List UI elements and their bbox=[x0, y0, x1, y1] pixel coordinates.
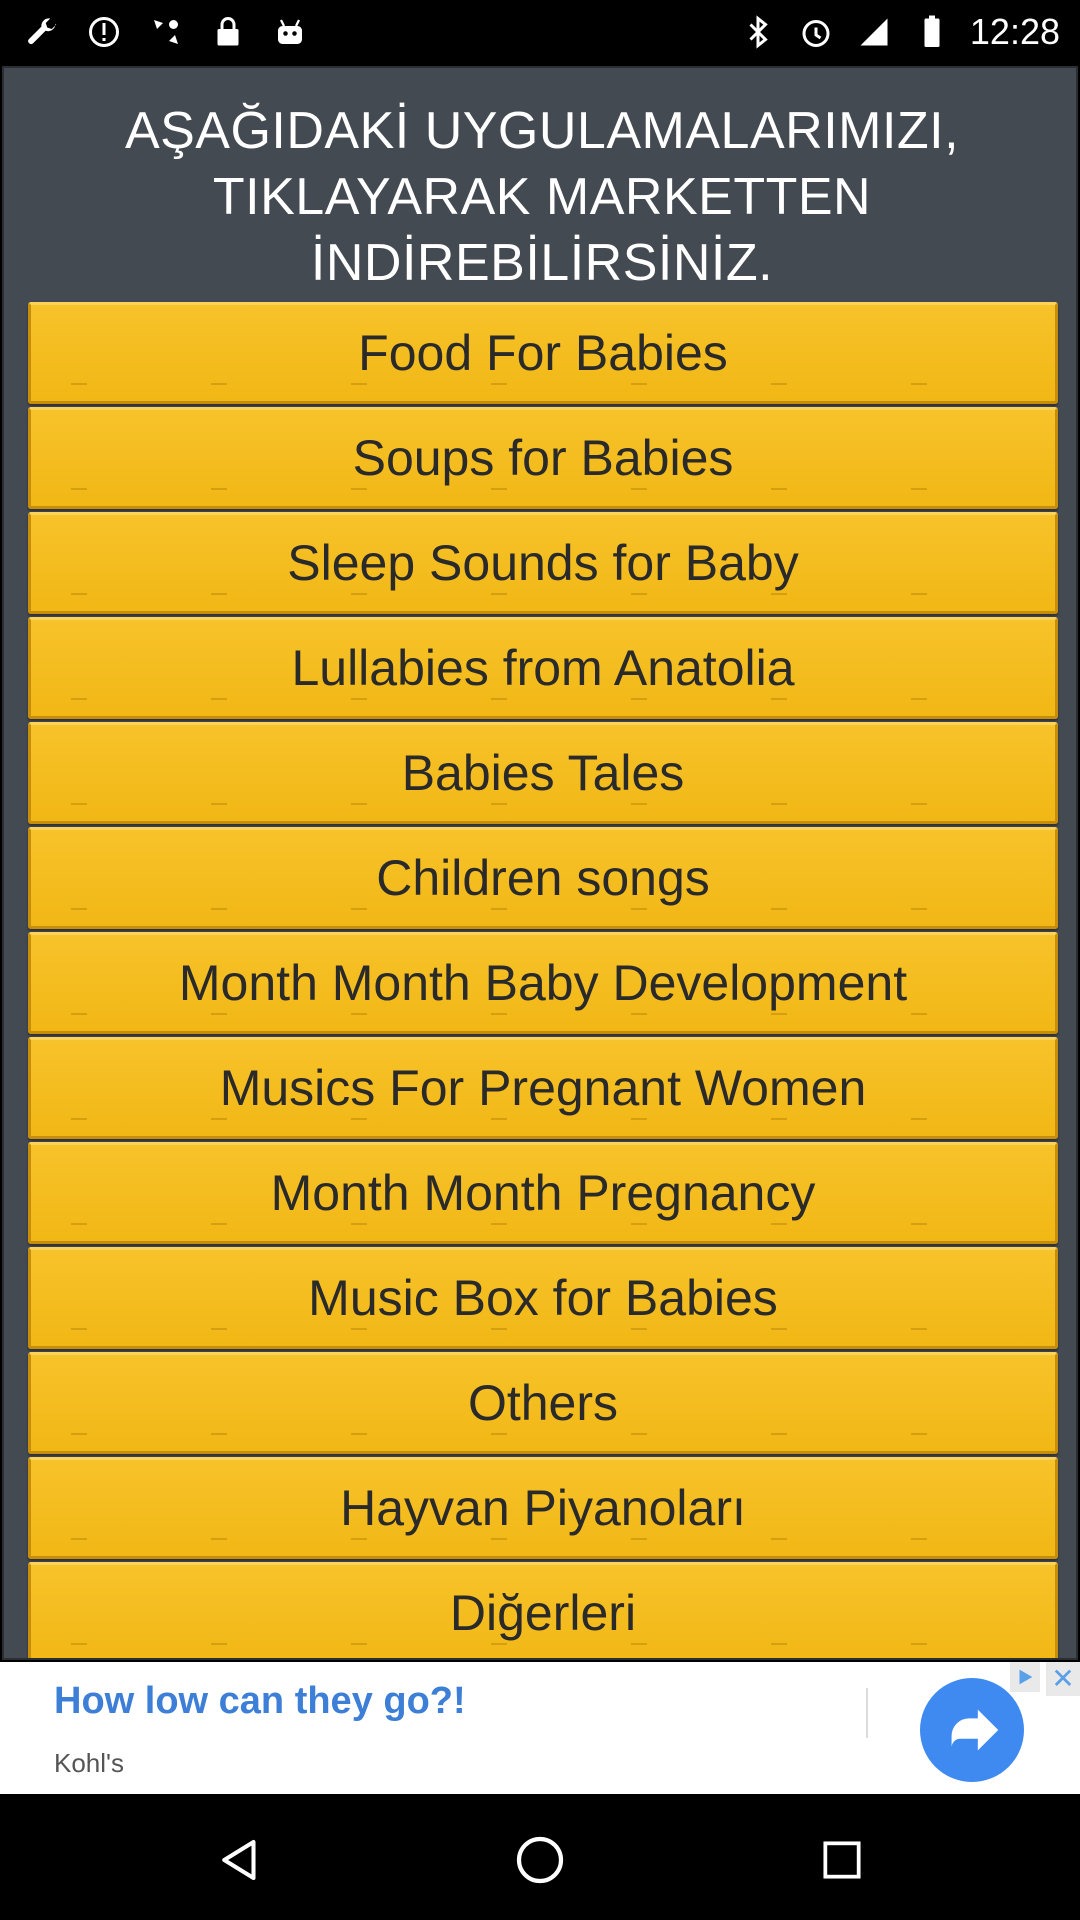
home-icon[interactable] bbox=[500, 1820, 580, 1900]
app-button-sleep-sounds[interactable]: Sleep Sounds for Baby bbox=[28, 512, 1058, 614]
app-button-soups-for-babies[interactable]: Soups for Babies bbox=[28, 407, 1058, 509]
app-button-food-for-babies[interactable]: Food For Babies bbox=[28, 302, 1058, 404]
navigation-bar bbox=[0, 1794, 1080, 1920]
fake-gps-icon bbox=[146, 12, 186, 52]
title-line: AŞAĞIDAKİ UYGULAMALARIMIZI, bbox=[124, 102, 960, 160]
battery-icon bbox=[912, 12, 952, 52]
page-title: AŞAĞIDAKİ UYGULAMALARIMIZI, TIKLAYARAK M… bbox=[4, 98, 1076, 296]
app-button-lullabies[interactable]: Lullabies from Anatolia bbox=[28, 617, 1058, 719]
app-button-hayvan-piyanolari[interactable]: Hayvan Piyanoları bbox=[28, 1457, 1058, 1559]
title-line: İNDİREBİLİRSİNİZ. bbox=[310, 234, 774, 292]
recents-icon[interactable] bbox=[802, 1820, 882, 1900]
bluetooth-icon bbox=[738, 12, 778, 52]
app-button-baby-development[interactable]: Month Month Baby Development bbox=[28, 932, 1058, 1034]
adchoices-icon[interactable] bbox=[1010, 1662, 1040, 1692]
app-list-panel: AŞAĞIDAKİ UYGULAMALARIMIZI, TIKLAYARAK M… bbox=[2, 66, 1078, 1660]
wrench-icon bbox=[22, 12, 62, 52]
lock-icon bbox=[208, 12, 248, 52]
back-icon[interactable] bbox=[200, 1820, 280, 1900]
share-arrow-icon[interactable] bbox=[920, 1678, 1024, 1782]
clock: 12:28 bbox=[969, 11, 1060, 52]
ad-headline[interactable]: How low can they go?! bbox=[54, 1680, 466, 1723]
app-list[interactable]: Food For Babies Soups for Babies Sleep S… bbox=[28, 302, 1058, 1658]
ad-advertiser: Kohl's bbox=[54, 1748, 125, 1778]
app-button-musics-pregnant[interactable]: Musics For Pregnant Women bbox=[28, 1037, 1058, 1139]
signal-icon bbox=[854, 12, 894, 52]
ad-banner[interactable]: How low can they go?! Kohl's ✕ bbox=[0, 1662, 1080, 1794]
title-line: TIKLAYARAK MARKETTEN bbox=[212, 168, 872, 226]
android-icon bbox=[270, 12, 310, 52]
alarm-icon bbox=[796, 12, 836, 52]
app-button-digerleri[interactable]: Diğerleri bbox=[28, 1562, 1058, 1658]
app-button-others[interactable]: Others bbox=[28, 1352, 1058, 1454]
app-button-babies-tales[interactable]: Babies Tales bbox=[28, 722, 1058, 824]
notification-icons bbox=[0, 12, 310, 52]
app-button-month-pregnancy[interactable]: Month Month Pregnancy bbox=[28, 1142, 1058, 1244]
ad-divider bbox=[866, 1688, 868, 1738]
app-button-children-songs[interactable]: Children songs bbox=[28, 827, 1058, 929]
status-bar: 12:28 bbox=[0, 0, 1080, 64]
app-button-music-box[interactable]: Music Box for Babies bbox=[28, 1247, 1058, 1349]
system-icons: 12:28 bbox=[738, 0, 1060, 64]
info-icon bbox=[84, 12, 124, 52]
close-icon[interactable]: ✕ bbox=[1046, 1662, 1080, 1696]
